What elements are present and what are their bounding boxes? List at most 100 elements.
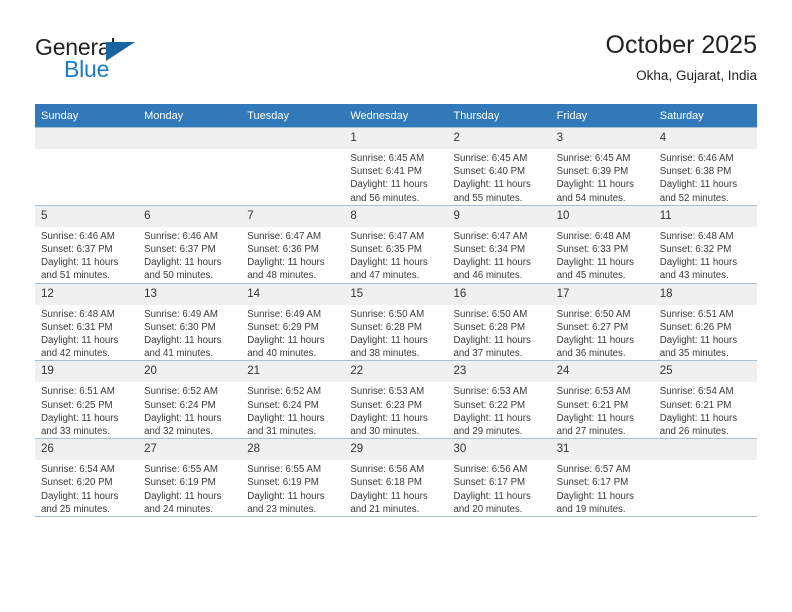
calendar-day-cell[interactable]: 4 Sunrise: 6:46 AM Sunset: 6:38 PM Daylight… xyxy=(653,127,757,206)
daylight-text-line1: Daylight: 11 hours xyxy=(659,179,738,191)
sunrise-text: Sunrise: 6:50 AM xyxy=(453,308,528,320)
day-number: 29 xyxy=(344,439,448,461)
calendar-day-cell[interactable]: 25 Sunrise: 6:54 AM Sunset: 6:21 PM Dayligh… xyxy=(653,360,757,440)
calendar-day-cell[interactable]: 12 Sunrise: 6:48 AM Sunset: 6:31 PM Dayligh… xyxy=(35,282,139,362)
calendar-day-cell[interactable]: 1 Sunrise: 6:45 AM Sunset: 6:41 PM Daylight… xyxy=(344,127,448,206)
day-details: Sunrise: 6:45 AM Sunset: 6:40 PM Daylight:… xyxy=(448,149,551,205)
daylight-text-line1: Daylight: 11 hours xyxy=(41,335,119,347)
day-number: 31 xyxy=(550,439,654,461)
day-number: 11 xyxy=(653,205,757,227)
weekday-header-monday: Monday xyxy=(138,104,242,128)
daylight-text-line2: and 54 minutes. xyxy=(556,192,626,204)
calendar-day-cell[interactable]: 28 Sunrise: 6:55 AM Sunset: 6:19 PM Dayligh… xyxy=(241,438,345,518)
calendar-cell-empty xyxy=(241,127,345,206)
daylight-text-line1: Daylight: 11 hours xyxy=(247,335,325,347)
sunset-text: Sunset: 6:36 PM xyxy=(247,244,319,256)
day-number: 2 xyxy=(447,128,551,149)
calendar-day-cell[interactable]: 3 Sunrise: 6:45 AM Sunset: 6:39 PM Daylight… xyxy=(550,127,654,206)
day-details: Sunrise: 6:49 AM Sunset: 6:29 PM Daylight:… xyxy=(241,305,344,361)
daylight-text-line2: and 48 minutes. xyxy=(247,270,317,282)
day-number: 12 xyxy=(35,283,139,305)
calendar-day-cell[interactable]: 21 Sunrise: 6:52 AM Sunset: 6:24 PM Dayligh… xyxy=(241,360,345,440)
calendar-day-cell[interactable]: 19 Sunrise: 6:51 AM Sunset: 6:25 PM Dayligh… xyxy=(35,360,139,440)
sunset-text: Sunset: 6:19 PM xyxy=(144,477,216,489)
daylight-text-line1: Daylight: 11 hours xyxy=(247,490,325,502)
day-details: Sunrise: 6:54 AM Sunset: 6:21 PM Daylight:… xyxy=(654,382,757,438)
sunrise-text: Sunrise: 6:56 AM xyxy=(453,464,528,476)
daylight-text-line2: and 43 minutes. xyxy=(659,270,729,282)
calendar-day-cell[interactable]: 9 Sunrise: 6:47 AM Sunset: 6:34 PM Daylight… xyxy=(447,204,551,284)
day-number: 4 xyxy=(653,128,757,149)
calendar-day-cell[interactable]: 27 Sunrise: 6:55 AM Sunset: 6:19 PM Dayligh… xyxy=(138,438,242,518)
day-details: Sunrise: 6:55 AM Sunset: 6:19 PM Daylight:… xyxy=(241,460,344,516)
daylight-text-line1: Daylight: 11 hours xyxy=(350,257,428,269)
sunrise-text: Sunrise: 6:52 AM xyxy=(144,386,218,398)
daylight-text-line2: and 55 minutes. xyxy=(453,192,523,204)
daylight-text-line1: Daylight: 11 hours xyxy=(556,412,634,424)
sunset-text: Sunset: 6:24 PM xyxy=(144,399,216,411)
daylight-text-line2: and 45 minutes. xyxy=(556,270,626,282)
day-number: 10 xyxy=(550,205,654,227)
daylight-text-line2: and 33 minutes. xyxy=(41,426,110,438)
daylight-text-line1: Daylight: 11 hours xyxy=(556,335,634,347)
sunset-text: Sunset: 6:17 PM xyxy=(453,477,526,489)
sunset-text: Sunset: 6:20 PM xyxy=(41,477,113,489)
calendar-day-cell[interactable]: 24 Sunrise: 6:53 AM Sunset: 6:21 PM Dayligh… xyxy=(550,360,654,440)
day-details: Sunrise: 6:53 AM Sunset: 6:21 PM Daylight:… xyxy=(551,382,654,438)
daylight-text-line2: and 36 minutes. xyxy=(556,348,626,360)
calendar-day-cell[interactable]: 10 Sunrise: 6:48 AM Sunset: 6:33 PM Dayligh… xyxy=(550,204,654,284)
calendar-day-cell[interactable]: 17 Sunrise: 6:50 AM Sunset: 6:27 PM Dayligh… xyxy=(550,282,654,362)
calendar-day-cell[interactable]: 22 Sunrise: 6:53 AM Sunset: 6:23 PM Dayligh… xyxy=(344,360,448,440)
calendar-day-cell[interactable]: 8 Sunrise: 6:47 AM Sunset: 6:35 PM Daylight… xyxy=(344,204,448,284)
calendar-day-cell[interactable]: 29 Sunrise: 6:56 AM Sunset: 6:18 PM Dayligh… xyxy=(344,438,448,518)
sunrise-text: Sunrise: 6:47 AM xyxy=(453,230,528,242)
day-number: 5 xyxy=(35,205,139,227)
calendar-day-cell[interactable]: 2 Sunrise: 6:45 AM Sunset: 6:40 PM Daylight… xyxy=(447,127,551,206)
calendar-day-cell[interactable]: 16 Sunrise: 6:50 AM Sunset: 6:28 PM Dayligh… xyxy=(447,282,551,362)
calendar-day-cell[interactable]: 20 Sunrise: 6:52 AM Sunset: 6:24 PM Dayligh… xyxy=(138,360,242,440)
calendar-day-cell[interactable]: 31 Sunrise: 6:57 AM Sunset: 6:17 PM Dayligh… xyxy=(550,438,654,518)
calendar-day-cell[interactable]: 11 Sunrise: 6:48 AM Sunset: 6:32 PM Dayligh… xyxy=(653,204,757,284)
calendar-week-row: 19 Sunrise: 6:51 AM Sunset: 6:25 PM Dayligh… xyxy=(35,360,757,440)
sunset-text: Sunset: 6:37 PM xyxy=(144,244,216,256)
calendar-day-cell[interactable]: 26 Sunrise: 6:54 AM Sunset: 6:20 PM Dayligh… xyxy=(35,438,139,518)
sunset-text: Sunset: 6:19 PM xyxy=(247,477,319,489)
day-details: Sunrise: 6:50 AM Sunset: 6:28 PM Daylight:… xyxy=(344,305,447,361)
sunrise-text: Sunrise: 6:53 AM xyxy=(556,386,631,398)
calendar-day-cell[interactable]: 23 Sunrise: 6:53 AM Sunset: 6:22 PM Dayligh… xyxy=(447,360,551,440)
daylight-text-line1: Daylight: 11 hours xyxy=(453,335,531,347)
daylight-text-line1: Daylight: 11 hours xyxy=(41,490,119,502)
sunrise-text: Sunrise: 6:53 AM xyxy=(453,386,528,398)
sunrise-text: Sunrise: 6:49 AM xyxy=(247,308,322,320)
calendar-day-cell[interactable]: 15 Sunrise: 6:50 AM Sunset: 6:28 PM Dayligh… xyxy=(344,282,448,362)
calendar-day-cell[interactable]: 13 Sunrise: 6:49 AM Sunset: 6:30 PM Dayligh… xyxy=(138,282,242,362)
daylight-text-line1: Daylight: 11 hours xyxy=(144,412,222,424)
day-details xyxy=(654,460,757,463)
daylight-text-line2: and 38 minutes. xyxy=(350,348,420,360)
general-blue-logo[interactable]: General Blue xyxy=(35,34,235,84)
sunset-text: Sunset: 6:41 PM xyxy=(350,166,422,178)
sunrise-text: Sunrise: 6:48 AM xyxy=(659,230,734,242)
day-number: 21 xyxy=(241,361,345,383)
day-details: Sunrise: 6:51 AM Sunset: 6:25 PM Daylight:… xyxy=(35,382,138,438)
day-details xyxy=(138,149,241,152)
calendar-day-cell[interactable]: 5 Sunrise: 6:46 AM Sunset: 6:37 PM Daylight… xyxy=(35,204,139,284)
calendar-day-cell[interactable]: 18 Sunrise: 6:51 AM Sunset: 6:26 PM Dayligh… xyxy=(653,282,757,362)
daylight-text-line2: and 29 minutes. xyxy=(453,426,523,438)
sunrise-text: Sunrise: 6:46 AM xyxy=(41,230,115,242)
daylight-text-line1: Daylight: 11 hours xyxy=(350,412,428,424)
calendar-day-cell[interactable]: 6 Sunrise: 6:46 AM Sunset: 6:37 PM Daylight… xyxy=(138,204,242,284)
weekday-header-row: Sunday Monday Tuesday Wednesday Thursday… xyxy=(35,104,757,128)
sunset-text: Sunset: 6:32 PM xyxy=(659,244,732,256)
sunrise-text: Sunrise: 6:46 AM xyxy=(144,230,218,242)
daylight-text-line2: and 27 minutes. xyxy=(556,426,626,438)
calendar-day-cell[interactable]: 30 Sunrise: 6:56 AM Sunset: 6:17 PM Dayligh… xyxy=(447,438,551,518)
calendar-day-cell[interactable]: 14 Sunrise: 6:49 AM Sunset: 6:29 PM Dayligh… xyxy=(241,282,345,362)
calendar-body: 1 Sunrise: 6:45 AM Sunset: 6:41 PM Daylight… xyxy=(35,127,757,518)
calendar-day-cell[interactable]: 7 Sunrise: 6:47 AM Sunset: 6:36 PM Daylight… xyxy=(241,204,345,284)
daylight-text-line1: Daylight: 11 hours xyxy=(453,412,531,424)
sunset-text: Sunset: 6:21 PM xyxy=(659,399,732,411)
title-block: October 2025 Okha, Gujarat, India xyxy=(606,30,758,86)
day-number: 1 xyxy=(344,128,448,149)
sunrise-text: Sunrise: 6:57 AM xyxy=(556,464,631,476)
